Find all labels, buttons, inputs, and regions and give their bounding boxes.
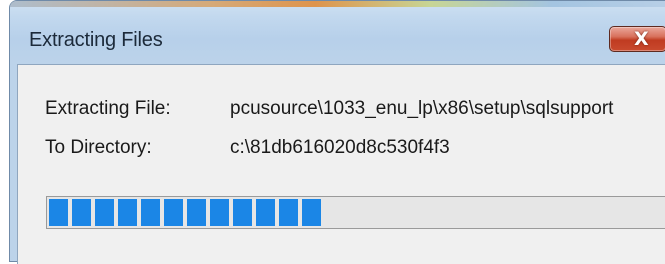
desktop: Extracting Files X Extracting File: pcus… <box>0 0 665 264</box>
dialog-body: Extracting File: pcusource\1033_enu_lp\x… <box>17 64 665 264</box>
extraction-progress-bar <box>46 196 665 229</box>
close-icon: X <box>634 28 649 50</box>
extracting-files-window: Extracting Files X Extracting File: pcus… <box>9 0 665 264</box>
title-bar[interactable]: Extracting Files X <box>10 19 665 63</box>
close-button[interactable]: X <box>609 26 665 52</box>
progress-fill <box>49 199 321 226</box>
extracting-file-label: Extracting File: <box>45 98 171 119</box>
window-title: Extracting Files <box>29 29 163 51</box>
to-directory-value: c:\81db616020d8c530f4f3 <box>230 137 450 158</box>
to-directory-label: To Directory: <box>45 137 152 158</box>
extracting-file-value: pcusource\1033_enu_lp\x86\setup\sqlsuppo… <box>230 98 614 119</box>
